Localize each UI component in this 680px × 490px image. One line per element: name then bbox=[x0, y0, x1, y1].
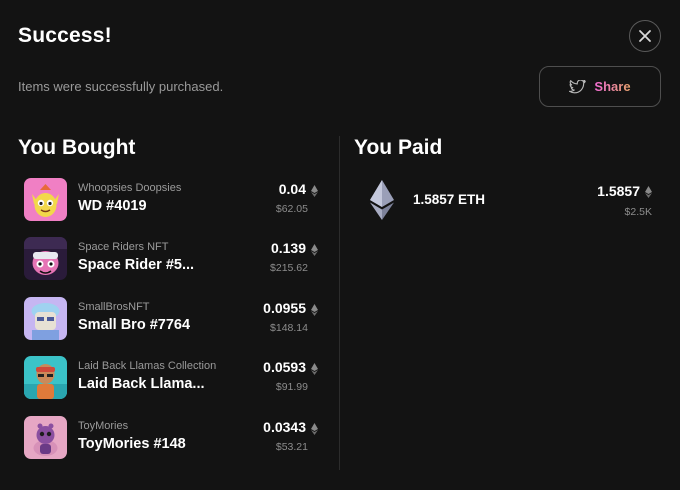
item-name: Laid Back Llama... bbox=[78, 376, 204, 392]
paid-currency-label: 1.5857 ETH bbox=[413, 192, 486, 207]
purchase-success-modal: Success! Items were successfully purchas… bbox=[0, 0, 680, 490]
collection-name: ToyMories bbox=[78, 420, 129, 432]
item-name: WD #4019 bbox=[78, 198, 147, 214]
payment-summary: 1.5857 ETH 1.5857 $2.5K bbox=[362, 178, 658, 224]
nft-thumbnail bbox=[24, 416, 67, 459]
modal-title: Success! bbox=[18, 24, 112, 47]
ethereum-icon bbox=[311, 304, 318, 316]
item-usd-price: $148.14 bbox=[270, 322, 308, 334]
you-bought-heading: You Bought bbox=[18, 136, 136, 159]
item-usd-price: $91.99 bbox=[275, 381, 308, 393]
list-item[interactable]: SmallBrosNFT Small Bro #7764 0.0955 $148… bbox=[24, 297, 320, 341]
twitter-bird-icon bbox=[569, 79, 587, 93]
nft-thumbnail bbox=[24, 237, 67, 280]
collection-name: SmallBrosNFT bbox=[78, 301, 150, 313]
collection-name: Laid Back Llamas Collection bbox=[78, 360, 217, 372]
item-name: Small Bro #7764 bbox=[78, 317, 191, 333]
collection-name: Whoopsies Doopsies bbox=[78, 182, 182, 194]
share-button[interactable]: Share bbox=[539, 66, 661, 107]
paid-usd-price: $2.5K bbox=[624, 206, 652, 218]
share-label: Share bbox=[594, 79, 631, 94]
nft-thumbnail bbox=[24, 356, 67, 399]
item-price: 0.139 bbox=[270, 240, 306, 256]
item-price: 0.0343 bbox=[263, 419, 306, 435]
list-item[interactable]: Laid Back Llamas Collection Laid Back Ll… bbox=[24, 356, 320, 400]
you-paid-heading: You Paid bbox=[354, 136, 443, 159]
ethereum-icon bbox=[645, 186, 652, 198]
collection-name: Space Riders NFT bbox=[78, 241, 169, 253]
success-message: Items were successfully purchased. bbox=[18, 79, 224, 94]
ethereum-icon bbox=[311, 423, 318, 435]
paid-price: 1.5857 bbox=[597, 183, 640, 199]
item-usd-price: $53.21 bbox=[275, 441, 308, 453]
item-name: Space Rider #5... bbox=[78, 257, 195, 273]
ethereum-icon bbox=[311, 185, 318, 197]
ethereum-icon bbox=[370, 180, 394, 220]
nft-thumbnail bbox=[24, 297, 67, 340]
nft-thumbnail bbox=[24, 178, 67, 221]
item-price: 0.0955 bbox=[263, 300, 306, 316]
ethereum-icon bbox=[311, 244, 318, 256]
column-divider bbox=[339, 136, 340, 470]
item-usd-price: $215.62 bbox=[270, 262, 308, 274]
item-price: 0.04 bbox=[278, 181, 306, 197]
list-item[interactable]: Whoopsies Doopsies WD #4019 0.04 $62.05 bbox=[24, 178, 320, 222]
list-item[interactable]: Space Riders NFT Space Rider #5... 0.139… bbox=[24, 237, 320, 281]
close-icon bbox=[639, 30, 651, 42]
item-price: 0.0593 bbox=[263, 359, 306, 375]
list-item[interactable]: ToyMories ToyMories #148 0.0343 $53.21 bbox=[24, 416, 320, 460]
item-name: ToyMories #148 bbox=[78, 436, 186, 452]
ethereum-icon bbox=[311, 363, 318, 375]
close-button[interactable] bbox=[629, 20, 661, 52]
item-usd-price: $62.05 bbox=[275, 203, 308, 215]
